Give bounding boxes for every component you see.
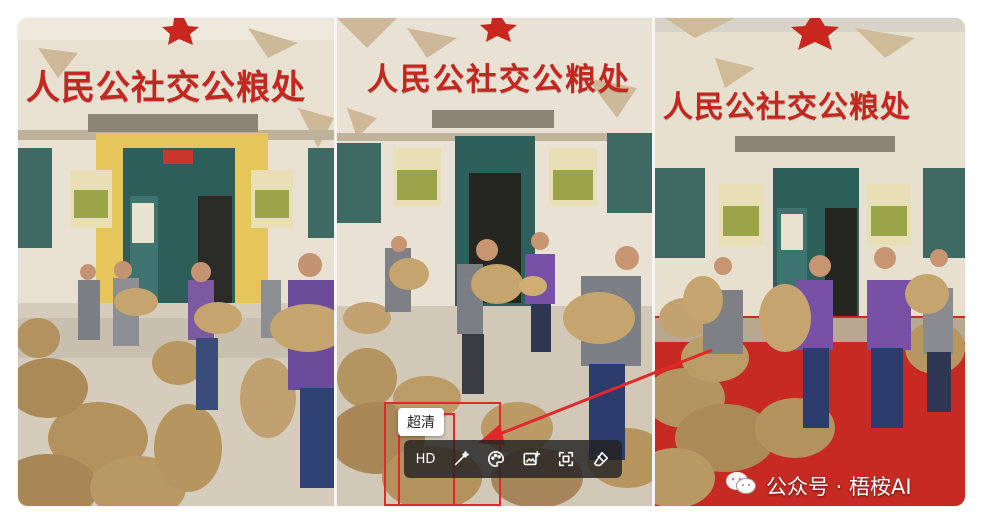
crop-frame-button[interactable] [552,445,580,473]
middle-banner-text: 人民公社交公粮处 [367,62,631,98]
wechat-icon [724,470,758,501]
add-image-icon [522,450,540,466]
watermark-text: 公众号 · 梧桉AI [766,474,912,499]
left-banner-text: 人民公社交公粮处 [26,68,306,108]
tooltip-text: 超清 [407,415,435,431]
hd-tooltip: 超清 [398,408,444,436]
image-right[interactable]: 人民公社交公粮处 [655,18,965,506]
magic-wand-button[interactable] [447,445,475,473]
eraser-icon [593,451,608,467]
hd-button[interactable]: HD [412,445,440,473]
magic-wand-icon [454,450,469,466]
image-toolbar: HD [404,440,622,478]
image-left[interactable]: 人民公社交公粮处 [18,18,334,506]
watermark: 公众号 · 梧桉AI [724,470,912,501]
right-banner-text: 人民公社交公粮处 [663,90,911,125]
add-image-button[interactable] [517,445,545,473]
eraser-button[interactable] [587,445,615,473]
crop-frame-icon [558,451,573,467]
hd-label: HD [415,451,436,467]
color-palette-icon [487,450,504,468]
color-palette-button[interactable] [482,445,510,473]
